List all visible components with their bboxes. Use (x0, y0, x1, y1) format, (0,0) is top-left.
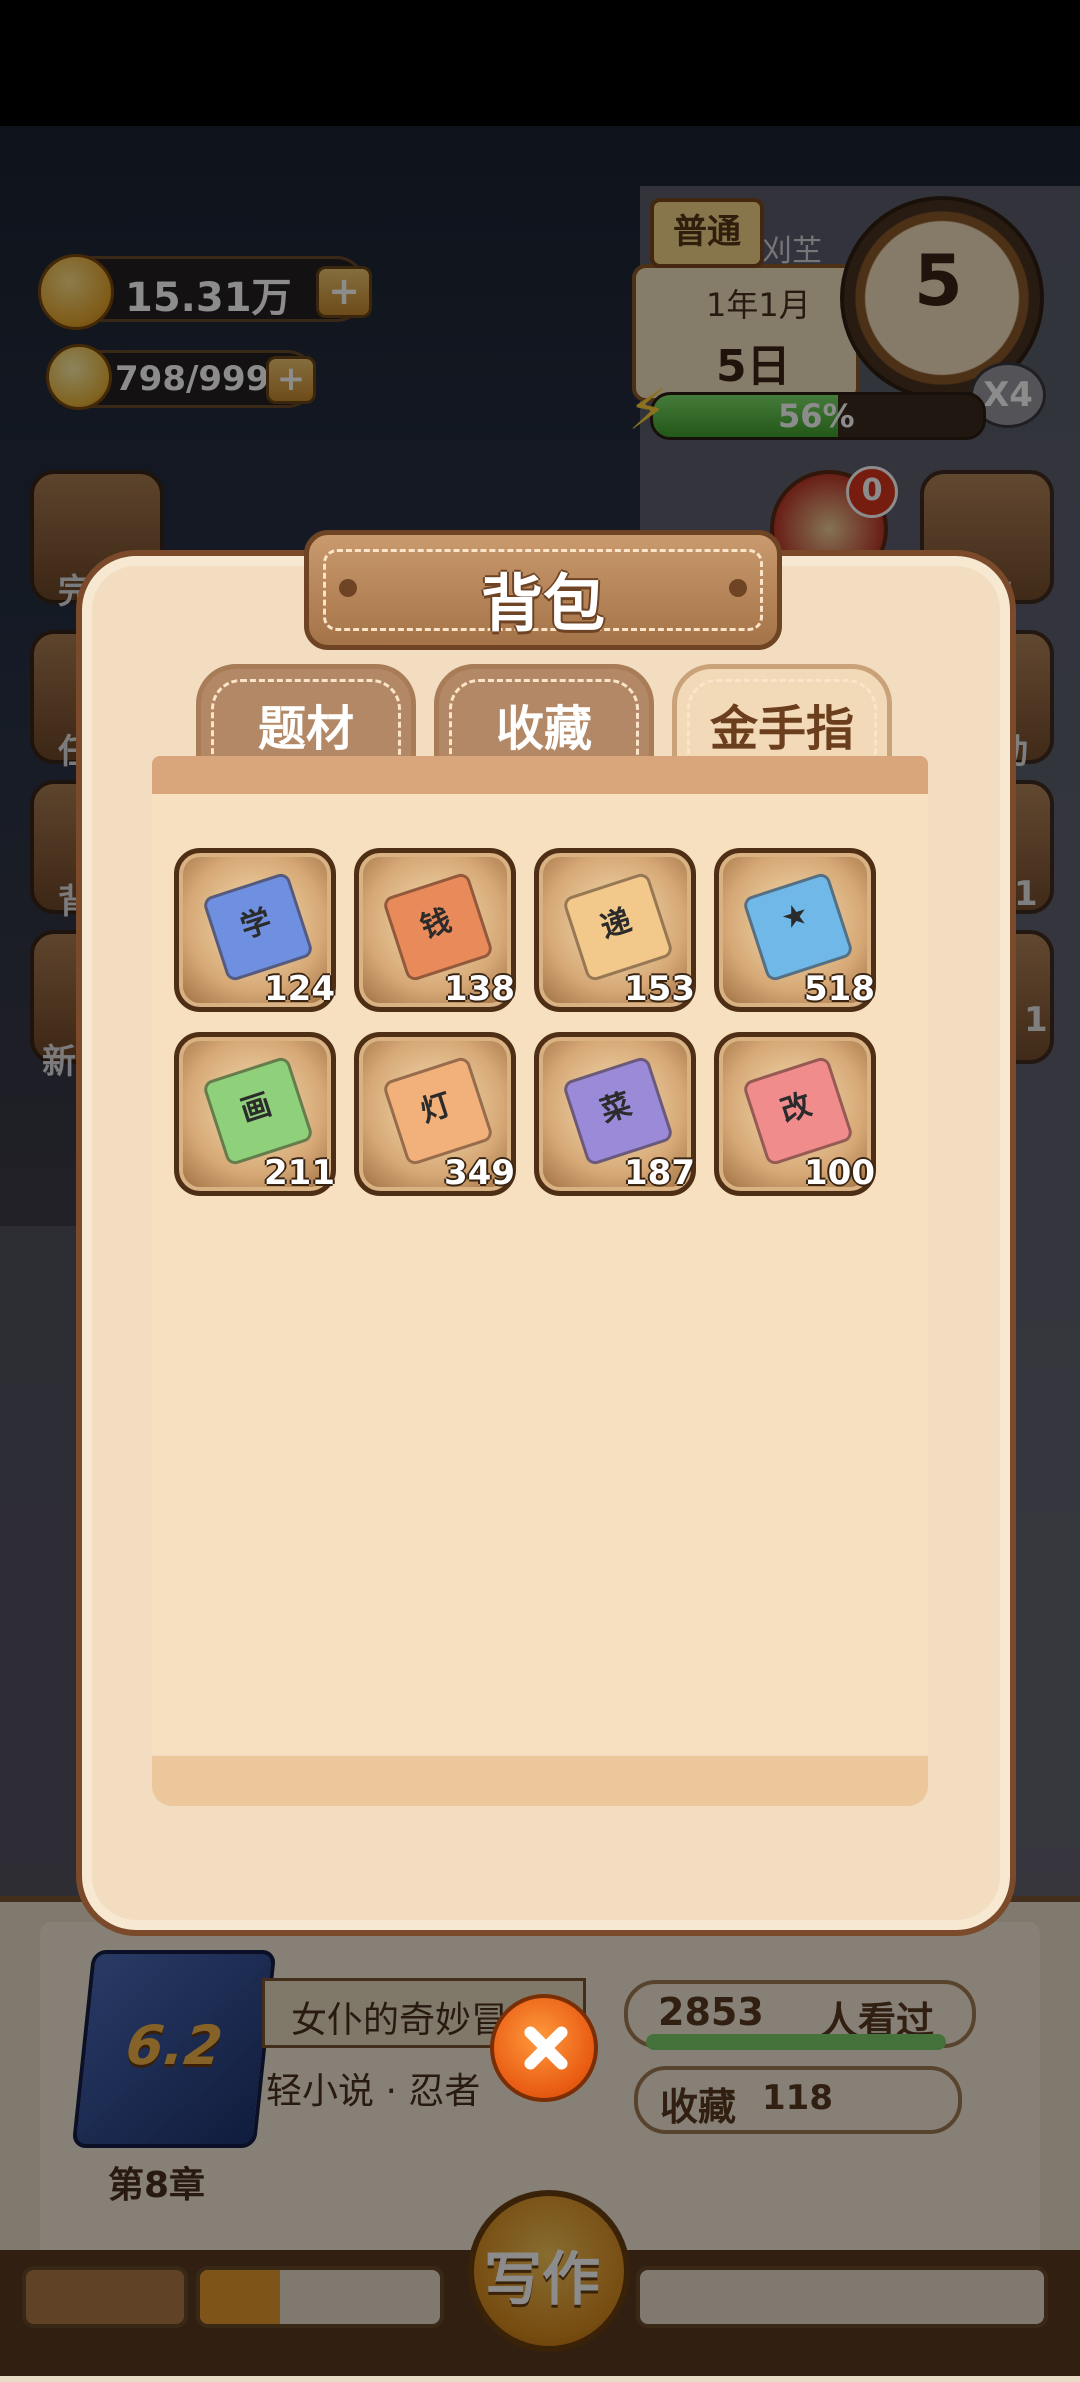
modal-title-plate: 背包 (304, 530, 782, 650)
item-slot[interactable]: 改 100 (714, 1032, 876, 1196)
content-footer (152, 1756, 928, 1806)
item-slot[interactable]: 递 153 (534, 848, 696, 1012)
item-count: 138 (444, 969, 515, 1009)
item-slot[interactable]: ★ 518 (714, 848, 876, 1012)
tab-label: 收藏 (495, 701, 592, 757)
item-slot[interactable]: 钱 138 (354, 848, 516, 1012)
tab-label: 金手指 (709, 701, 854, 757)
close-button[interactable] (490, 1994, 598, 2102)
item-count: 187 (624, 1153, 695, 1193)
tab-topics[interactable]: 题材 (196, 664, 416, 770)
item-slot[interactable]: 菜 187 (534, 1032, 696, 1196)
item-slot[interactable]: 灯 349 (354, 1032, 516, 1196)
item-slot[interactable]: 画 211 (174, 1032, 336, 1196)
tab-label: 题材 (257, 701, 354, 757)
item-count: 349 (444, 1153, 515, 1193)
item-count: 100 (804, 1153, 875, 1193)
tab-collection[interactable]: 收藏 (434, 664, 654, 770)
modal-title: 背包 (480, 567, 605, 640)
item-count: 211 (264, 1153, 335, 1193)
item-count: 124 (264, 969, 335, 1009)
item-count: 153 (624, 969, 695, 1009)
item-slot[interactable]: 学 124 (174, 848, 336, 1012)
content-header (152, 756, 928, 796)
tab-golden-finger[interactable]: 金手指 (672, 664, 892, 770)
item-count: 518 (804, 969, 875, 1009)
